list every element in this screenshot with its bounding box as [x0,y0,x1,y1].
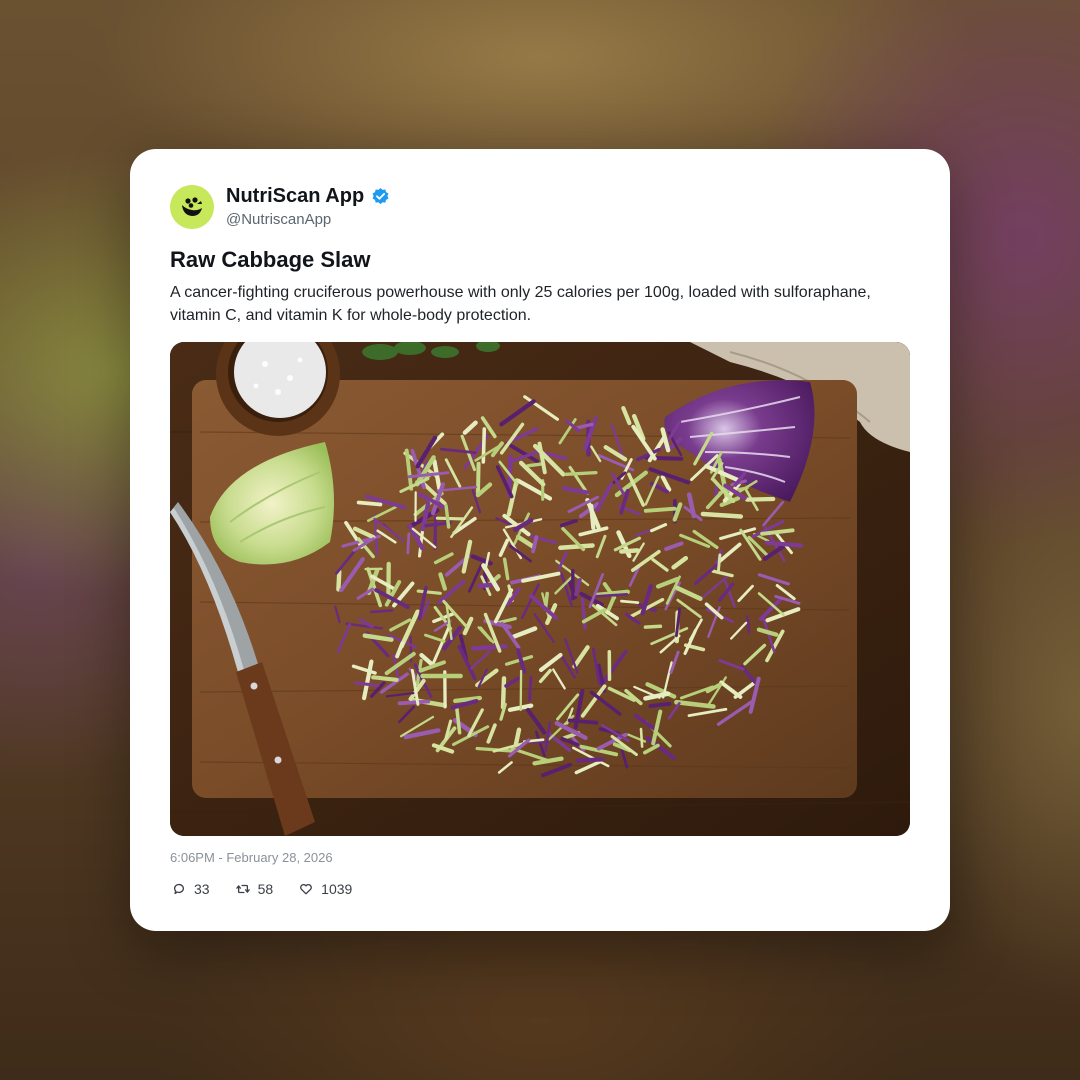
slaw-strand [619,548,640,554]
slaw-strand [589,503,596,530]
repost-count: 58 [257,881,274,897]
slaw-strand [500,676,507,710]
reply-button[interactable]: 33 [172,881,210,897]
slaw-strand [416,589,442,595]
slaw-strand [716,553,722,573]
slaw-strand [433,515,438,550]
slaw-strand [370,609,394,614]
avatar[interactable] [170,185,214,229]
post-timestamp: 6:06PM - February 28, 2026 [170,850,333,865]
slaw-strand [528,675,533,702]
slaw-strand [744,496,776,502]
slaw-strand [356,500,383,507]
like-count: 1039 [321,881,353,897]
slaw-strand [639,727,644,748]
repost-icon [235,884,250,894]
slaw-strand [336,569,342,592]
nutriscan-logo-icon [182,197,202,216]
slaw-strand [435,516,466,521]
slaw-strand [594,593,629,598]
slaw-strand [564,470,598,476]
post-card: NutriScan App @NutriscanApp Raw Cabbage … [130,149,950,931]
reply-count: 33 [194,881,210,897]
slaw-strand [476,461,481,495]
verified-badge-icon [372,187,389,205]
slaw-strand [575,757,605,763]
slaw-strand [643,506,677,513]
author-row: NutriScan App [226,185,390,208]
like-button[interactable]: 1039 [299,881,352,897]
heart-icon [300,883,313,895]
author-handle[interactable]: @NutriscanApp [226,211,331,228]
engagement-stats: 33 58 1039 [172,881,352,897]
post-description: A cancer-fighting cruciferous powerhouse… [170,284,871,324]
author-name[interactable]: NutriScan App [226,185,364,208]
slaw-strand [397,699,431,706]
post-title: Raw Cabbage Slaw [170,247,371,272]
slaw-strand [371,675,399,682]
slaw-strand [470,644,508,651]
repost-button[interactable]: 58 [235,881,274,897]
slaw-strand [567,718,599,725]
post-image[interactable] [170,342,910,836]
slaw-strand [526,462,544,468]
cabbage-slaw-photo [170,342,910,836]
comment-icon [173,883,185,895]
slaw-strand [643,624,663,629]
slaw-strand [648,701,672,708]
slaw-strand [558,543,595,551]
slaw-strand [764,540,804,548]
slaw-strand [620,599,640,604]
slaw-strand [700,511,744,519]
slaw-strand [406,532,411,555]
